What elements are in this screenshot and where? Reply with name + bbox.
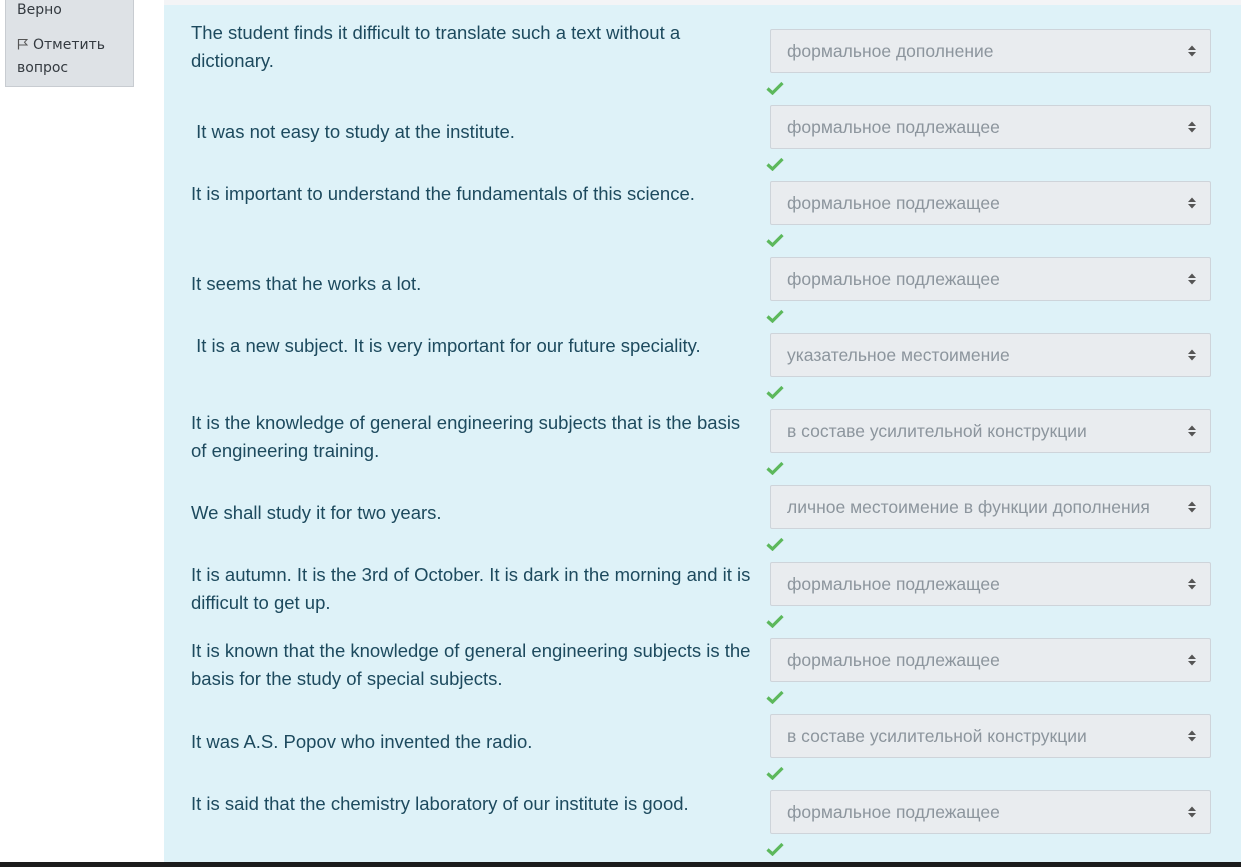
answer-select-value: личное местоимение в функции дополнения: [787, 497, 1150, 517]
check-icon: [766, 385, 784, 399]
answer-select-value: в составе усилительной конструкции: [787, 726, 1087, 746]
check-icon: [766, 842, 784, 856]
select-caret-icon: [1188, 654, 1196, 666]
question-text: It was not easy to study at the institut…: [191, 121, 515, 142]
question-text: It was A.S. Popov who invented the radio…: [191, 731, 533, 752]
check-icon: [766, 157, 784, 171]
answer-select-value: формальное подлежащее: [787, 193, 1000, 213]
flag-question-label: Отметить вопрос: [17, 37, 106, 76]
answer-select[interactable]: формальное подлежащее: [770, 105, 1211, 149]
answer-select[interactable]: в составе усилительной конструкции: [770, 714, 1211, 758]
answer-select[interactable]: формальное подлежащее: [770, 562, 1211, 606]
answer-select[interactable]: формальное подлежащее: [770, 181, 1211, 225]
check-icon: [766, 537, 784, 551]
answer-select-value: указательное местоимение: [787, 345, 1010, 365]
answer-select[interactable]: формальное подлежащее: [770, 257, 1211, 301]
select-caret-icon: [1188, 806, 1196, 818]
select-caret-icon: [1188, 501, 1196, 513]
question-state: Верно: [17, 2, 62, 18]
select-caret-icon: [1188, 730, 1196, 742]
bottom-border: [0, 862, 1241, 867]
question-text: It seems that he works a lot.: [191, 273, 422, 294]
answer-select[interactable]: указательное местоимение: [770, 333, 1211, 377]
select-caret-icon: [1188, 121, 1196, 133]
question-text: It is autumn. It is the 3rd of October. …: [191, 564, 756, 613]
check-icon: [766, 690, 784, 704]
answer-select[interactable]: формальное дополнение: [770, 29, 1211, 73]
select-caret-icon: [1188, 197, 1196, 209]
select-caret-icon: [1188, 273, 1196, 285]
question-text: It is important to understand the fundam…: [191, 183, 695, 204]
question-text: It is the knowledge of general engineeri…: [191, 412, 746, 461]
question-text: It is said that the chemistry laboratory…: [191, 793, 689, 814]
check-icon: [766, 614, 784, 628]
select-caret-icon: [1188, 45, 1196, 57]
answer-select-value: формальное дополнение: [787, 41, 994, 61]
select-caret-icon: [1188, 425, 1196, 437]
question-text: We shall study it for two years.: [191, 502, 442, 523]
answer-select-value: формальное подлежащее: [787, 802, 1000, 822]
answer-select-value: формальное подлежащее: [787, 117, 1000, 137]
answer-select-value: формальное подлежащее: [787, 269, 1000, 289]
question-text: It is a new subject. It is very importan…: [191, 335, 701, 356]
select-caret-icon: [1188, 349, 1196, 361]
flag-question-link[interactable]: Отметить вопрос: [17, 34, 133, 80]
check-icon: [766, 461, 784, 475]
check-icon: [766, 766, 784, 780]
answer-select-value: в составе усилительной конструкции: [787, 421, 1087, 441]
check-icon: [766, 81, 784, 95]
question-info-panel: Верно Отметить вопрос: [5, 0, 134, 87]
answer-select[interactable]: формальное подлежащее: [770, 638, 1211, 682]
question-formulation: The student finds it difficult to transl…: [164, 5, 1241, 862]
answer-select[interactable]: формальное подлежащее: [770, 790, 1211, 834]
answer-select[interactable]: личное местоимение в функции дополнения: [770, 485, 1211, 529]
question-text: It is known that the knowledge of genera…: [191, 640, 756, 689]
question-text: The student finds it difficult to transl…: [191, 22, 686, 71]
check-icon: [766, 309, 784, 323]
check-icon: [766, 233, 784, 247]
answer-select[interactable]: в составе усилительной конструкции: [770, 409, 1211, 453]
select-caret-icon: [1188, 578, 1196, 590]
answer-select-value: формальное подлежащее: [787, 574, 1000, 594]
answer-select-value: формальное подлежащее: [787, 650, 1000, 670]
flag-icon: [17, 39, 29, 50]
